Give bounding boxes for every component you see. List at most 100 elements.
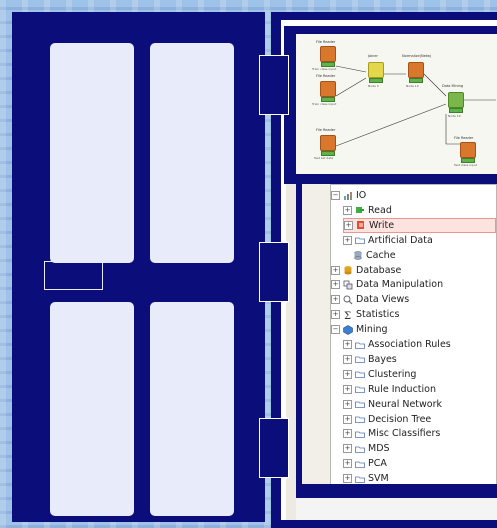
tree-item-label: Database — [356, 264, 402, 276]
folder-icon — [355, 444, 365, 454]
svg-text:Σ: Σ — [344, 311, 351, 320]
expand-icon[interactable]: + — [343, 444, 352, 454]
cache-icon — [353, 250, 363, 260]
expand-icon[interactable]: + — [343, 235, 352, 245]
tree-item-label: Statistics — [356, 309, 400, 321]
node-caption: Train class input — [312, 102, 337, 106]
node-caption: Node 19 — [448, 114, 461, 118]
tree-item-mds[interactable]: + MDS — [343, 441, 496, 456]
statistics-icon: Σ — [343, 310, 353, 322]
node-title: File Reader — [316, 40, 336, 44]
joiner-node[interactable] — [368, 62, 384, 78]
tree-item-label: Decision Tree — [368, 413, 432, 425]
tree-item-statistics[interactable]: + Σ Statistics — [331, 307, 496, 322]
bottom-strip — [296, 498, 497, 520]
door-hinge-top — [259, 55, 289, 115]
expand-icon[interactable]: + — [343, 429, 352, 439]
expand-icon[interactable]: + — [343, 369, 352, 379]
data-views-icon — [343, 295, 353, 305]
expand-icon[interactable]: + — [331, 310, 340, 320]
node-title: File Reader — [454, 136, 474, 140]
tree-item-label: Bayes — [368, 353, 397, 365]
expand-icon[interactable]: + — [331, 295, 340, 305]
data-manipulation-icon — [343, 280, 353, 290]
tree-item-label: SVM — [368, 473, 389, 485]
collapse-icon[interactable]: − — [331, 191, 340, 200]
frame-border-bottom — [296, 484, 497, 498]
tree-item-read[interactable]: + Read — [343, 203, 496, 218]
node-status-icon — [449, 108, 463, 113]
expand-icon[interactable]: + — [343, 399, 352, 409]
mining-icon — [343, 324, 353, 335]
tree-item-label: Artificial Data — [368, 234, 433, 246]
tree-item-database[interactable]: + Database — [331, 263, 496, 278]
tree-item-association-rules[interactable]: + Association Rules — [343, 337, 496, 352]
tree-item-label: PCA — [368, 458, 387, 470]
expand-icon[interactable]: + — [343, 340, 352, 349]
database-icon — [343, 265, 353, 275]
node-caption: Test class input — [454, 163, 477, 167]
tree-item-io[interactable]: − IO — [331, 188, 496, 203]
door-panel-bottom-left — [50, 302, 134, 516]
folder-icon — [355, 459, 365, 469]
tree-item-pca[interactable]: + PCA — [343, 456, 496, 471]
door-panel-top-right — [150, 43, 234, 263]
tree-item-write[interactable]: + Write — [343, 217, 496, 233]
folder-icon — [355, 414, 365, 424]
node-status-icon — [369, 78, 383, 83]
expand-icon[interactable]: + — [331, 265, 340, 275]
tree-item-data-manipulation[interactable]: + Data Manipulation — [331, 277, 496, 292]
workflow-canvas: File Reader Train class input File Reade… — [296, 34, 497, 174]
expand-icon[interactable]: + — [343, 474, 352, 484]
node-status-icon — [409, 78, 423, 83]
expand-icon[interactable]: + — [343, 354, 352, 364]
door-hinge-middle — [259, 242, 289, 302]
normalize-node[interactable] — [408, 62, 424, 78]
tree-item-label: Misc Classifiers — [368, 428, 441, 440]
expand-icon[interactable]: + — [343, 459, 352, 469]
expand-icon[interactable]: + — [331, 280, 340, 290]
connection-line — [335, 103, 447, 147]
expand-icon[interactable]: + — [344, 220, 353, 230]
tree-item-label: Neural Network — [368, 398, 443, 410]
tree-item-decision-tree[interactable]: + Decision Tree — [343, 412, 496, 427]
tree-item-neural-network[interactable]: + Neural Network — [343, 397, 496, 412]
node-caption: Node 14 — [406, 84, 419, 88]
node-title: Joiner — [368, 54, 378, 58]
expand-icon[interactable]: + — [343, 414, 352, 424]
node-caption: Train class input — [312, 67, 337, 71]
tree-item-misc-classifiers[interactable]: + Misc Classifiers — [343, 426, 496, 441]
file-reader-node[interactable] — [320, 46, 336, 62]
folder-icon — [355, 354, 365, 364]
tree-item-cache[interactable]: Cache — [343, 248, 496, 263]
folder-icon — [355, 369, 365, 379]
tree-item-label: Data Views — [356, 294, 410, 306]
tree-item-label: Write — [369, 219, 395, 231]
tree-item-artificial-data[interactable]: + Artificial Data — [343, 233, 496, 248]
tree-item-rule-induction[interactable]: + Rule Induction — [343, 382, 496, 397]
tree-item-mining[interactable]: − Mining — [331, 322, 496, 337]
frame-border — [296, 174, 302, 498]
expand-icon[interactable]: + — [343, 384, 352, 394]
tree-item-label: Rule Induction — [368, 383, 436, 395]
file-reader-node[interactable] — [460, 142, 476, 158]
tree-item-data-views[interactable]: + Data Views — [331, 292, 496, 307]
data-mining-node[interactable] — [448, 92, 464, 108]
file-reader-node[interactable] — [320, 81, 336, 97]
io-icon — [343, 191, 353, 201]
folder-icon — [355, 399, 365, 409]
expand-icon[interactable]: + — [343, 205, 352, 215]
node-repository-tree[interactable]: − IO + Read + Write + Artificial Data Cache + Data… — [330, 184, 497, 500]
collapse-icon[interactable]: − — [331, 325, 340, 335]
connection-line — [335, 65, 367, 73]
door-panel-top-left — [50, 43, 134, 263]
tree-item-label: Mining — [356, 324, 388, 336]
file-reader-node[interactable] — [320, 135, 336, 151]
node-caption: Test set data — [314, 156, 334, 160]
tree-item-clustering[interactable]: + Clustering — [343, 367, 496, 382]
folder-icon — [355, 235, 365, 245]
tree-item-bayes[interactable]: + Bayes — [343, 352, 496, 367]
door-panel-bottom-right — [150, 302, 234, 516]
tree-item-label: Read — [368, 204, 392, 216]
tree-item-label: Data Manipulation — [356, 279, 444, 291]
